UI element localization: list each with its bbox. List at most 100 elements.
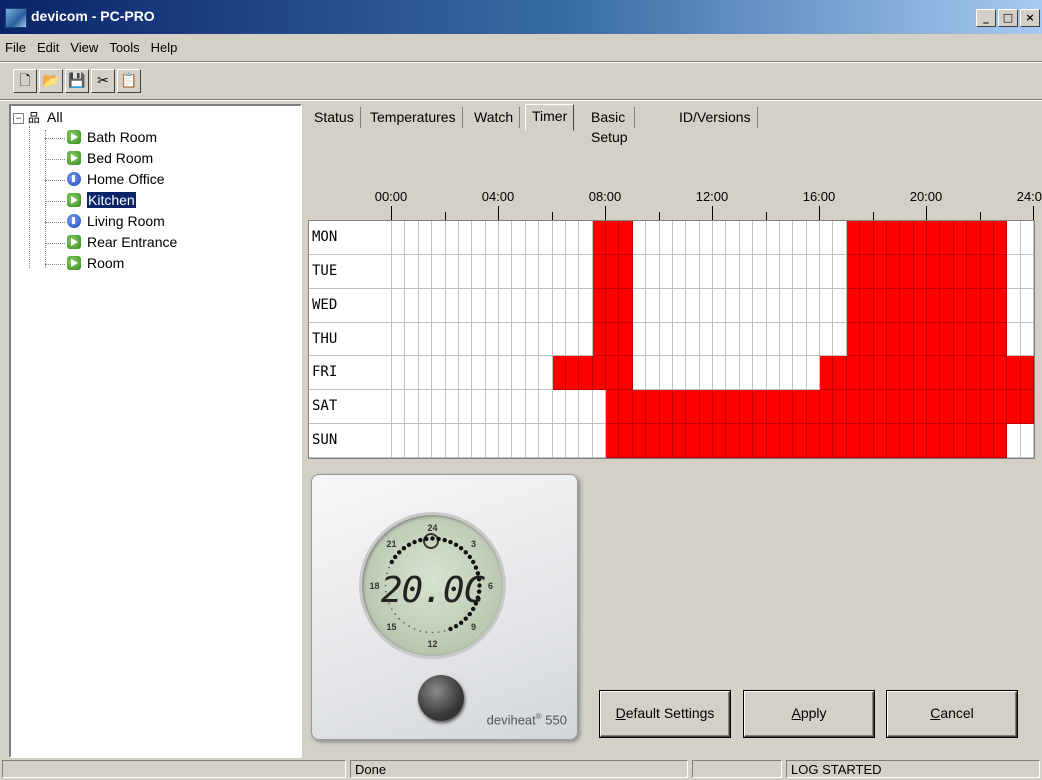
timer-slot[interactable] [432,322,446,357]
timer-slot[interactable] [646,288,660,323]
timer-slot[interactable] [779,288,794,323]
timer-slot[interactable] [485,322,499,357]
timer-slot[interactable] [632,221,647,255]
timer-slot[interactable] [1020,221,1034,255]
timer-slot[interactable] [953,424,968,458]
timer-slot[interactable] [793,254,807,289]
timer-slot[interactable] [726,254,740,289]
timer-slot[interactable] [472,356,486,391]
timer-slot[interactable] [659,390,673,425]
timer-slot[interactable] [392,288,406,323]
timer-slot[interactable] [900,322,914,357]
timer-slot[interactable] [525,221,540,255]
timer-slot[interactable] [967,424,981,458]
timer-slot[interactable] [806,254,820,289]
timer-slot[interactable] [940,424,954,458]
timer-slot[interactable] [445,390,459,425]
timer-slot[interactable] [458,221,473,255]
timer-slot[interactable] [766,424,780,458]
default-settings-button[interactable]: Default Settings [600,691,730,737]
timer-slot[interactable] [726,424,740,458]
timer-slot[interactable] [606,356,620,391]
timer-slot[interactable] [1020,322,1034,357]
timer-slot[interactable] [659,254,673,289]
timer-slot[interactable] [967,390,981,425]
timer-slot[interactable] [619,356,633,391]
timer-slot[interactable] [525,356,540,391]
timer-slot[interactable] [886,288,901,323]
timer-slot[interactable] [980,254,994,289]
timer-slot[interactable] [525,322,540,357]
timer-slot[interactable] [940,254,954,289]
tab-timer[interactable]: Timer [525,104,575,131]
timer-slot[interactable] [820,254,834,289]
timer-slot[interactable] [713,288,727,323]
timer-slot[interactable] [886,356,901,391]
timer-slot[interactable] [820,390,834,425]
timer-slot[interactable] [993,356,1008,391]
timer-slot[interactable] [873,424,887,458]
timer-slot[interactable] [953,288,968,323]
timer-slot[interactable] [1007,356,1021,391]
timer-slot[interactable] [860,424,874,458]
timer-slot[interactable] [686,390,700,425]
timer-slot[interactable] [886,390,901,425]
timer-slot[interactable] [699,254,713,289]
timer-slot[interactable] [779,356,794,391]
timer-slot[interactable] [806,356,820,391]
timer-slot[interactable] [846,390,861,425]
timer-slot[interactable] [900,288,914,323]
timer-slot[interactable] [886,254,901,289]
timer-slot[interactable] [579,254,593,289]
timer-slot[interactable] [499,356,513,391]
timer-slot[interactable] [726,322,740,357]
timer-slot[interactable] [686,221,700,255]
timer-slot[interactable] [713,322,727,357]
timer-slot[interactable] [873,254,887,289]
timer-slot[interactable] [793,288,807,323]
menu-view[interactable]: View [65,36,104,55]
timer-slot[interactable] [699,390,713,425]
timer-slot[interactable] [873,322,887,357]
timer-slot[interactable] [686,254,700,289]
timer-slot[interactable] [472,254,486,289]
timer-slot[interactable] [900,254,914,289]
tree-item-kitchen[interactable]: Kitchen [67,191,136,209]
timer-slot[interactable] [713,221,727,255]
timer-slot[interactable] [565,424,580,458]
tree-item-bed-room[interactable]: Bed Room [67,149,153,167]
timer-slot[interactable] [579,288,593,323]
timer-slot[interactable] [993,288,1008,323]
timer-slot[interactable] [392,221,406,255]
timer-slot[interactable] [873,288,887,323]
timer-slot[interactable] [967,288,981,323]
timer-slot[interactable] [980,424,994,458]
timer-slot[interactable] [458,322,473,357]
timer-slot[interactable] [565,254,580,289]
timer-slot[interactable] [432,356,446,391]
timer-slot[interactable] [499,322,513,357]
timer-slot[interactable] [606,221,620,255]
timer-slot[interactable] [632,288,647,323]
timer-slot[interactable] [499,254,513,289]
timer-slot[interactable] [913,356,927,391]
open-icon[interactable]: 📂 [39,69,63,93]
timer-slot[interactable] [432,221,446,255]
timer-slot[interactable] [967,221,981,255]
timer-slot[interactable] [539,288,553,323]
timer-slot[interactable] [940,390,954,425]
timer-slot[interactable] [886,221,901,255]
timer-slot[interactable] [592,390,606,425]
timer-slot[interactable] [499,424,513,458]
timer-slot[interactable] [860,254,874,289]
timer-slot[interactable] [632,424,647,458]
timer-slot[interactable] [739,221,754,255]
timer-slot[interactable] [646,424,660,458]
timer-slot[interactable] [405,356,419,391]
timer-slot[interactable] [552,288,566,323]
timer-slot[interactable] [900,424,914,458]
timer-slot[interactable] [392,254,406,289]
timer-slot[interactable] [927,356,941,391]
timer-slot[interactable] [860,221,874,255]
timer-slot[interactable] [953,322,968,357]
